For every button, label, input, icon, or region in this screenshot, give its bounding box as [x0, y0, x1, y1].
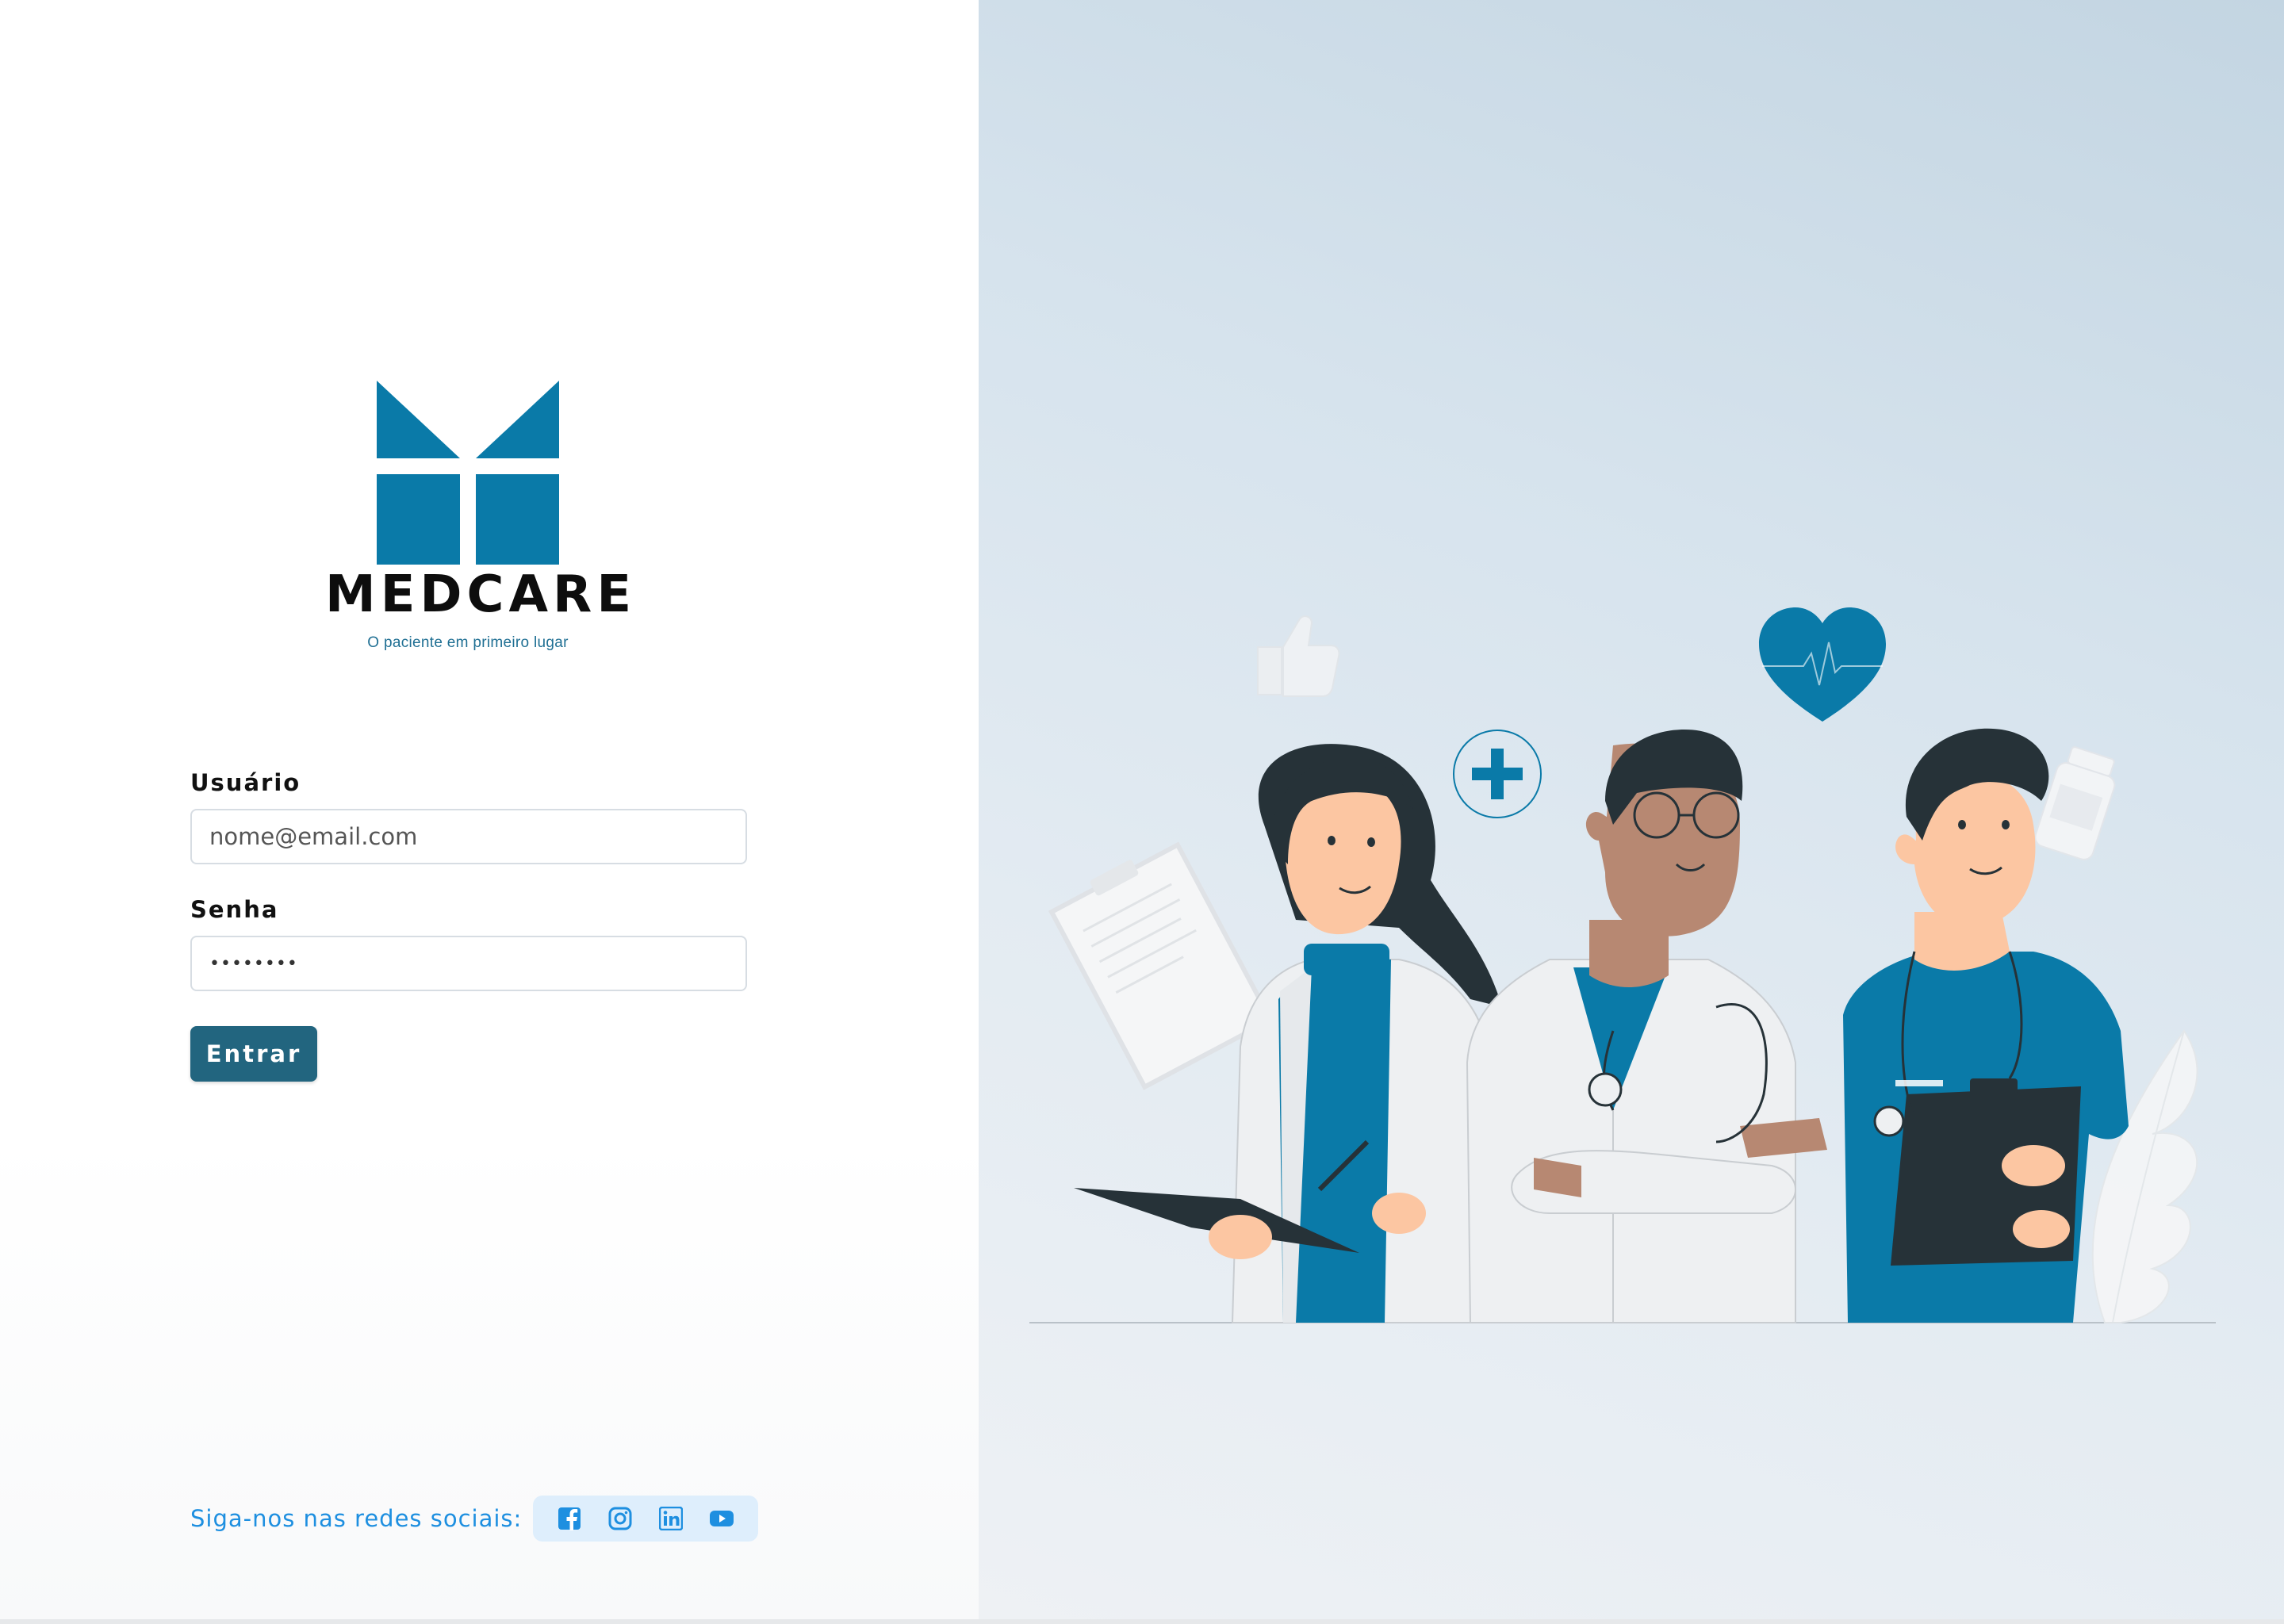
username-input[interactable]	[190, 809, 747, 864]
social-label: Siga-nos nas redes sociais:	[190, 1505, 523, 1532]
username-field-group: Usuário	[190, 769, 747, 864]
plus-icon	[1453, 730, 1542, 818]
instagram-icon[interactable]	[607, 1505, 634, 1532]
login-page: MEDCARE O paciente em primeiro lugar Usu…	[0, 0, 2284, 1624]
login-button[interactable]: Entrar	[190, 1026, 317, 1082]
password-label: Senha	[190, 896, 279, 923]
thumbs-up-icon	[1257, 615, 1340, 697]
heart-icon	[1759, 607, 1886, 722]
brand-logo: MEDCARE O paciente em primeiro lugar	[325, 381, 637, 652]
male-doctor-figure	[1466, 730, 1827, 1323]
medical-team-illustration	[1029, 607, 2216, 1323]
social-links: Siga-nos nas redes sociais:	[190, 1496, 759, 1542]
facebook-icon[interactable]	[556, 1505, 583, 1532]
bottom-divider	[0, 1619, 2284, 1624]
social-icons-bar	[533, 1496, 759, 1542]
linkedin-icon[interactable]	[657, 1505, 684, 1532]
brand-tagline: O paciente em primeiro lugar	[367, 634, 569, 651]
medcare-logo-icon	[377, 381, 559, 565]
youtube-icon[interactable]	[708, 1505, 735, 1532]
brand-name: MEDCARE	[325, 565, 637, 624]
password-field-group: Senha	[190, 896, 747, 991]
password-input[interactable]	[190, 936, 747, 991]
username-label: Usuário	[190, 769, 301, 796]
pill-bottle-icon	[2034, 746, 2116, 860]
login-form: Usuário Senha Entrar	[190, 769, 747, 1082]
login-panel: MEDCARE O paciente em primeiro lugar Usu…	[0, 0, 979, 1624]
hero-panel	[979, 0, 2284, 1619]
clipboard-icon	[1048, 841, 1274, 1090]
